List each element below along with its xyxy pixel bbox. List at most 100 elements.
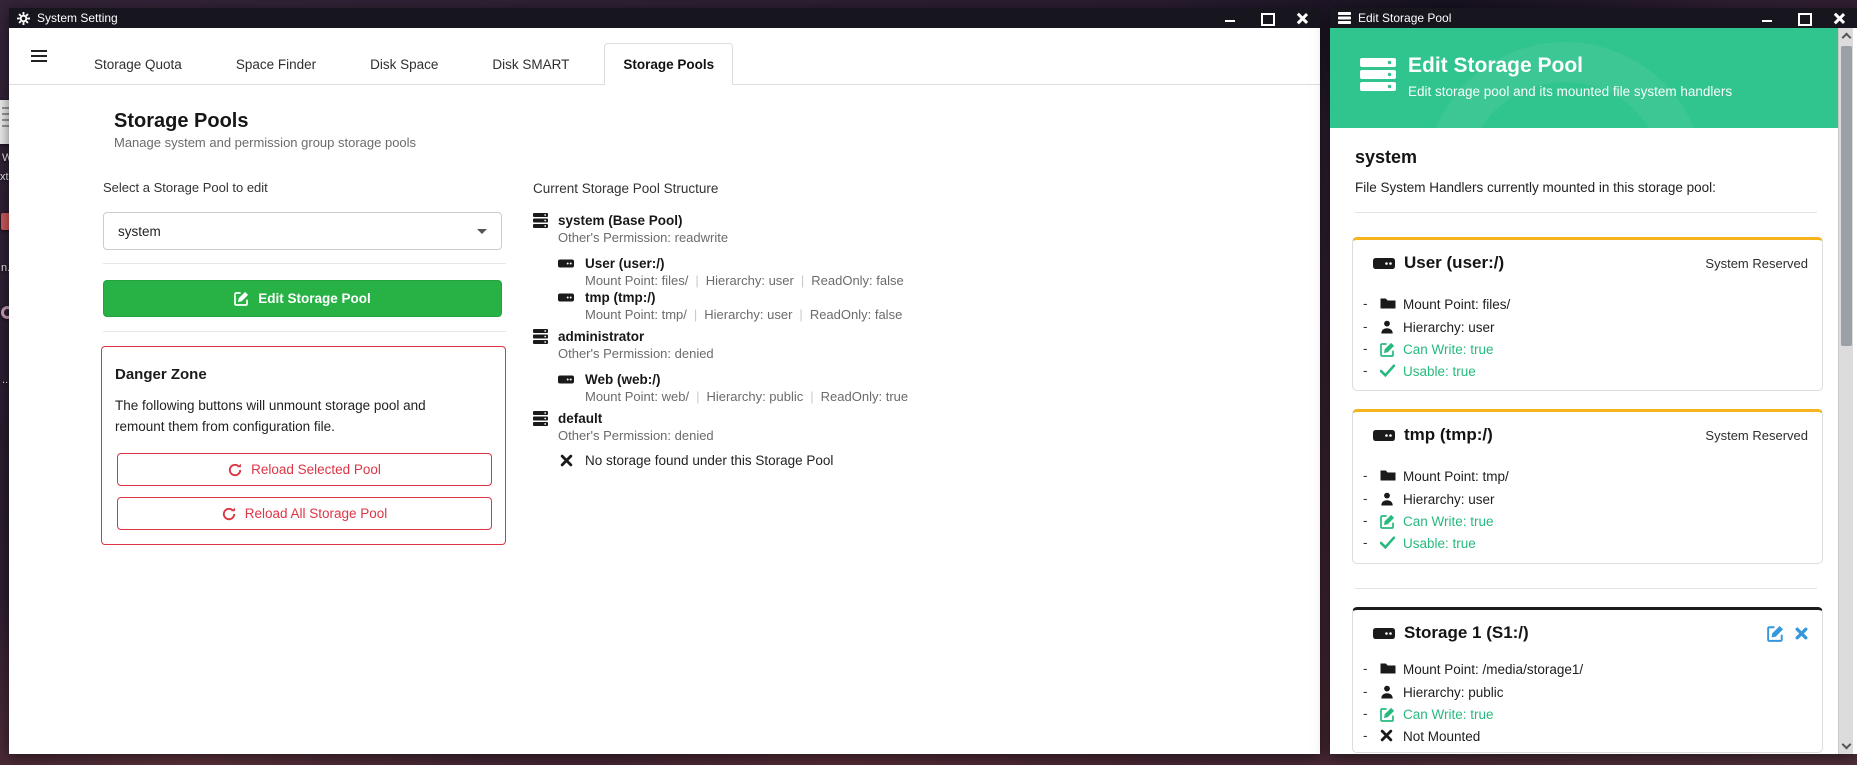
handler-property-row: - Hierarchy: user bbox=[1353, 319, 1822, 337]
handler-card-title: User (user:/) bbox=[1373, 253, 1504, 273]
edit-icon bbox=[1380, 514, 1395, 529]
refresh-icon bbox=[228, 463, 242, 477]
divider bbox=[1355, 212, 1817, 213]
maximize-icon[interactable] bbox=[1797, 12, 1809, 24]
handler-property-row: - Usable: true bbox=[1353, 535, 1822, 553]
handler-property-row: - Mount Point: /media/storage1/ bbox=[1353, 661, 1822, 679]
server-icon bbox=[1338, 12, 1351, 24]
drive-icon bbox=[1373, 625, 1395, 642]
folder-icon bbox=[1380, 662, 1396, 675]
handler-property-row: - Mount Point: tmp/ bbox=[1353, 468, 1822, 486]
reload-all-storage-pool-button[interactable]: Reload All Storage Pool bbox=[117, 497, 492, 530]
handler-card-storage1: Storage 1 (S1:/) - Mount Point: /media/s… bbox=[1352, 607, 1823, 753]
handlers-description: File System Handlers currently mounted i… bbox=[1355, 180, 1716, 195]
refresh-icon bbox=[222, 507, 236, 521]
divider bbox=[103, 263, 506, 264]
edit-storage-pool-button[interactable]: Edit Storage Pool bbox=[103, 280, 502, 317]
check-icon bbox=[1380, 536, 1395, 549]
scrollbar[interactable] bbox=[1838, 28, 1853, 754]
scroll-down-icon[interactable] bbox=[1842, 740, 1852, 750]
pool-name: system (Base Pool) bbox=[558, 213, 683, 228]
banner-title: Edit Storage Pool bbox=[1408, 54, 1583, 78]
panel-banner: Edit Storage Pool Edit storage pool and … bbox=[1330, 28, 1838, 128]
handler-property-row: - Usable: true bbox=[1353, 363, 1822, 381]
person-icon bbox=[1380, 320, 1394, 334]
danger-zone-card: Danger Zone The following buttons will u… bbox=[101, 346, 506, 545]
edit-handler-icon[interactable] bbox=[1767, 625, 1784, 642]
divider bbox=[103, 331, 506, 332]
pool-permission: Other's Permission: readwrite bbox=[558, 230, 728, 245]
tab-disk-smart[interactable]: Disk SMART bbox=[473, 43, 588, 84]
edit-icon bbox=[1380, 342, 1395, 357]
tab-storage-pools[interactable]: Storage Pools bbox=[604, 43, 733, 85]
folder-icon bbox=[1380, 297, 1396, 310]
drive-icon bbox=[558, 373, 574, 389]
structure-heading: Current Storage Pool Structure bbox=[533, 181, 718, 196]
check-icon bbox=[1380, 364, 1395, 377]
handler-card-title: Storage 1 (S1:/) bbox=[1373, 623, 1529, 643]
remove-handler-icon[interactable] bbox=[1795, 627, 1808, 640]
handler-property-row: - Can Write: true bbox=[1353, 706, 1822, 724]
tab-disk-space[interactable]: Disk Space bbox=[351, 43, 457, 84]
handler-property-row: - Not Mounted bbox=[1353, 728, 1822, 746]
handler-name: tmp (tmp:/) bbox=[585, 290, 655, 305]
system-reserved-badge: System Reserved bbox=[1705, 428, 1808, 443]
danger-zone-description: The following buttons will unmount stora… bbox=[115, 395, 470, 437]
drive-icon bbox=[558, 257, 574, 273]
edit-storage-pool-window: Edit Storage Pool Edit Storage Pool Edit… bbox=[1330, 8, 1857, 754]
handler-name: User (user:/) bbox=[585, 256, 665, 271]
close-icon[interactable] bbox=[1296, 12, 1308, 24]
person-icon bbox=[1380, 492, 1394, 506]
window-title: Edit Storage Pool bbox=[1358, 11, 1451, 25]
minimize-icon[interactable] bbox=[1761, 12, 1773, 24]
storage-pools-page: Storage Pools Manage system and permissi… bbox=[9, 85, 1320, 754]
handler-property-row: - Hierarchy: user bbox=[1353, 491, 1822, 509]
tab-storage-quota[interactable]: Storage Quota bbox=[75, 43, 201, 84]
window-title: System Setting bbox=[37, 11, 118, 25]
x-icon bbox=[560, 454, 576, 470]
close-icon[interactable] bbox=[1833, 12, 1845, 24]
minimize-icon[interactable] bbox=[1224, 12, 1236, 24]
edit-icon bbox=[234, 291, 249, 306]
server-icon bbox=[533, 411, 549, 427]
drive-icon bbox=[1373, 255, 1395, 272]
system-reserved-badge: System Reserved bbox=[1705, 256, 1808, 271]
divider bbox=[1355, 588, 1817, 589]
pool-name: administrator bbox=[558, 329, 644, 344]
tab-space-finder[interactable]: Space Finder bbox=[217, 43, 335, 84]
handler-details: Mount Point: web/|Hierarchy: public|Read… bbox=[585, 389, 908, 404]
server-icon bbox=[1360, 58, 1397, 92]
server-icon bbox=[533, 329, 549, 345]
handler-property-row: - Can Write: true bbox=[1353, 341, 1822, 359]
hamburger-icon[interactable] bbox=[31, 50, 47, 62]
storage-pool-select[interactable]: system bbox=[103, 212, 502, 250]
system-setting-window: System Setting Storage Quota Space Finde… bbox=[9, 8, 1320, 754]
selected-pool-value: system bbox=[118, 224, 161, 239]
window-titlebar[interactable]: System Setting bbox=[9, 8, 1320, 28]
handler-name: Web (web:/) bbox=[585, 372, 661, 387]
scroll-up-icon[interactable] bbox=[1842, 33, 1852, 43]
select-pool-label: Select a Storage Pool to edit bbox=[103, 180, 268, 195]
pool-name: default bbox=[558, 411, 602, 426]
window-titlebar[interactable]: Edit Storage Pool bbox=[1330, 8, 1857, 28]
drive-icon bbox=[1373, 427, 1395, 444]
page-title: Storage Pools bbox=[114, 110, 248, 133]
handler-property-row: - Mount Point: files/ bbox=[1353, 296, 1822, 314]
reload-selected-pool-button[interactable]: Reload Selected Pool bbox=[117, 453, 492, 486]
handler-card-user: User (user:/) System Reserved - Mount Po… bbox=[1352, 237, 1823, 391]
handler-property-row: - Hierarchy: public bbox=[1353, 684, 1822, 702]
pool-permission: Other's Permission: denied bbox=[558, 346, 714, 361]
folder-icon bbox=[1380, 469, 1396, 482]
empty-pool-message: No storage found under this Storage Pool bbox=[585, 453, 833, 468]
desktop-icon-label: xt bbox=[0, 171, 9, 183]
danger-zone-title: Danger Zone bbox=[115, 366, 207, 383]
gear-icon bbox=[17, 12, 30, 25]
handler-card-tmp: tmp (tmp:/) System Reserved - Mount Poin… bbox=[1352, 409, 1823, 564]
pool-name-heading: system bbox=[1355, 147, 1417, 168]
scrollbar-thumb[interactable] bbox=[1841, 46, 1852, 346]
pool-permission: Other's Permission: denied bbox=[558, 428, 714, 443]
drive-icon bbox=[558, 291, 574, 307]
banner-subtitle: Edit storage pool and its mounted file s… bbox=[1408, 84, 1732, 99]
handler-details: Mount Point: files/|Hierarchy: user|Read… bbox=[585, 273, 904, 288]
maximize-icon[interactable] bbox=[1260, 12, 1272, 24]
